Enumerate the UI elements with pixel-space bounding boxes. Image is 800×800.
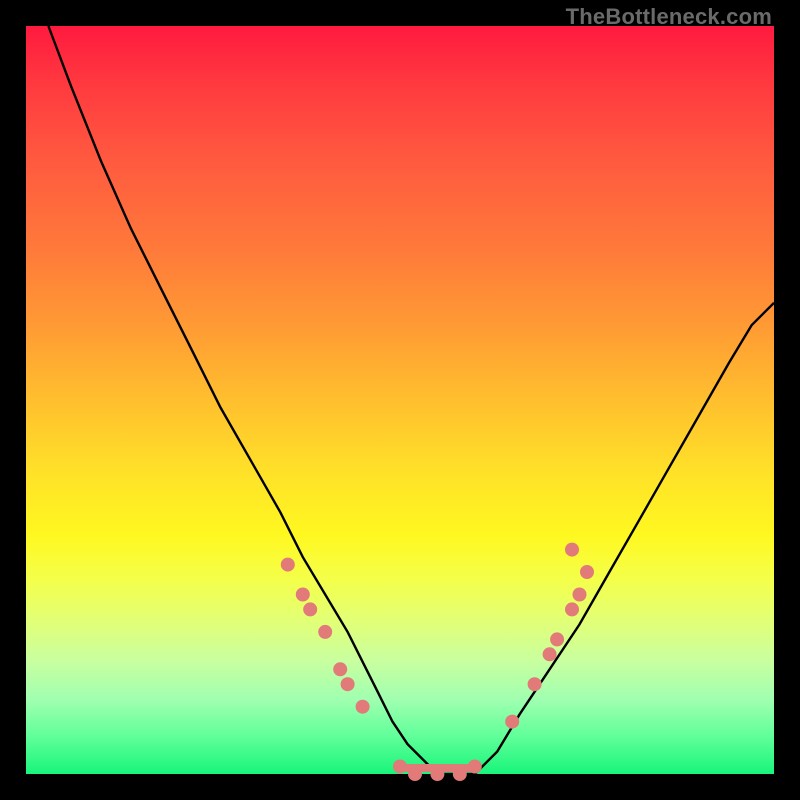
chart-svg — [26, 26, 774, 774]
scatter-dot — [333, 662, 347, 676]
scatter-dot — [505, 715, 519, 729]
scatter-dot — [356, 700, 370, 714]
scatter-dot — [580, 565, 594, 579]
plot-area — [26, 26, 774, 774]
bottleneck-curve — [48, 26, 774, 774]
scatter-dot — [565, 602, 579, 616]
scatter-dot — [573, 588, 587, 602]
scatter-dot — [281, 558, 295, 572]
scatter-dot — [296, 588, 310, 602]
scatter-dot — [318, 625, 332, 639]
scatter-dot — [341, 677, 355, 691]
watermark-text: TheBottleneck.com — [566, 4, 772, 30]
scatter-dot — [565, 543, 579, 557]
scatter-dot — [303, 602, 317, 616]
scatter-dots — [281, 543, 594, 781]
flat-bottom-bar — [400, 764, 475, 772]
scatter-dot — [543, 647, 557, 661]
chart-frame: TheBottleneck.com — [0, 0, 800, 800]
scatter-dot — [550, 632, 564, 646]
scatter-dot — [528, 677, 542, 691]
